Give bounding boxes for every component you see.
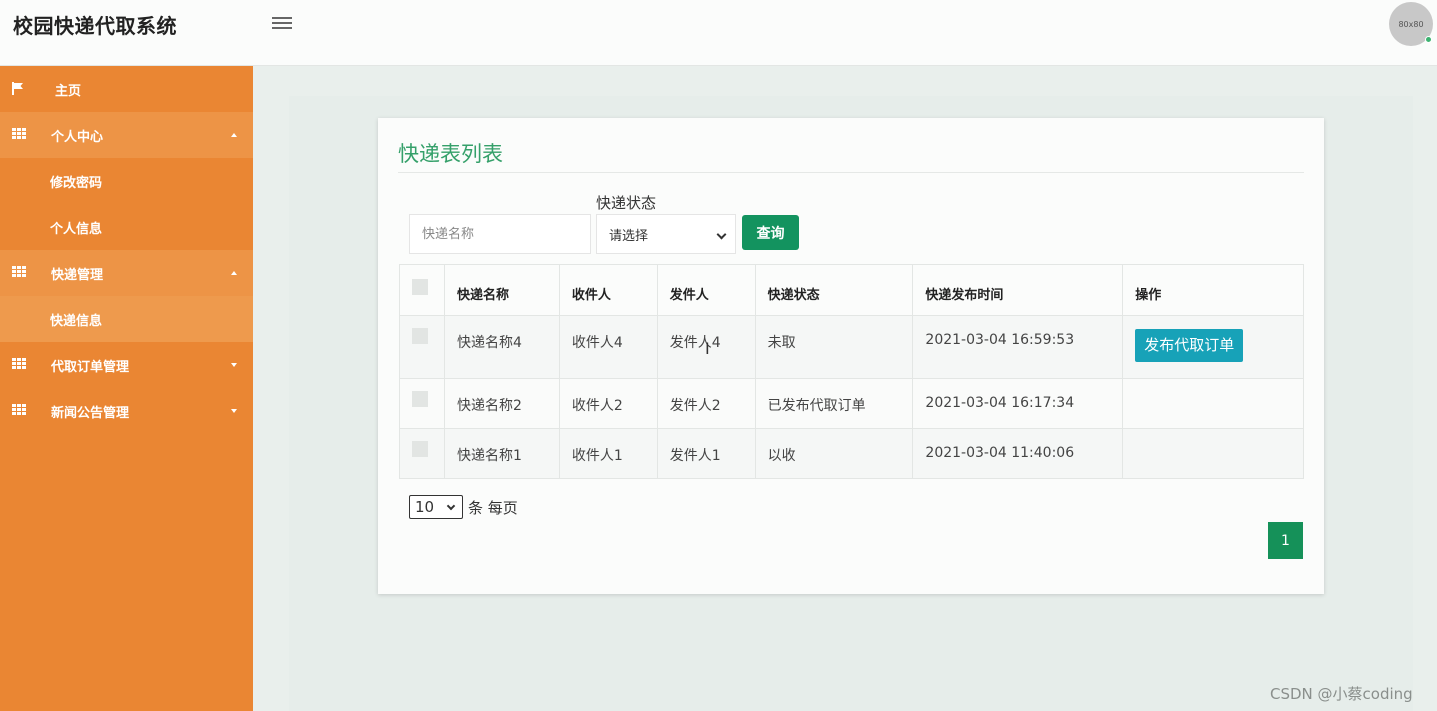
title-divider (398, 172, 1304, 173)
cell-name: 快递名称1 (443, 428, 560, 479)
cell-action: 发布代取订单 (1122, 315, 1304, 379)
select-all-cell[interactable] (399, 264, 445, 316)
column-header: 收件人 (558, 264, 658, 316)
sidebar-item-label: 快递管理 (51, 267, 104, 283)
cell-receiver: 收件人4 (558, 315, 658, 379)
sidebar-item-label: 主页 (55, 83, 82, 99)
text-cursor-icon: I (705, 339, 710, 358)
caret-down-icon (231, 363, 237, 367)
status-filter-label: 快递状态 (596, 194, 657, 212)
grid-icon (12, 404, 26, 416)
chevron-down-icon (446, 501, 456, 511)
query-button[interactable]: 查询 (742, 215, 799, 250)
cell-time: 2021-03-04 16:17:34 (912, 378, 1124, 429)
avatar-placeholder-text: 80x80 (1398, 19, 1424, 29)
sidebar-subitem-personal-info[interactable]: 个人信息 (0, 204, 253, 250)
sidebar-item-personal-center[interactable]: 个人中心 (0, 112, 253, 158)
table-row: 快递名称1 收件人1 发件人1 以收 2021-03-04 11:40:06 (399, 428, 1304, 479)
top-header: 校园快递代取系统 80x80 (0, 0, 1437, 66)
caret-up-icon (231, 133, 237, 137)
table-row: 快递名称4 收件人4 发件人4 未取 2021-03-04 16:59:53 发… (399, 315, 1304, 379)
sidebar-item-home[interactable]: 主页 (0, 66, 253, 112)
table-header-row: 快递名称 收件人 发件人 快递状态 快递发布时间 操作 (399, 264, 1304, 316)
page-title: 快递表列表 (398, 142, 503, 166)
sidebar-item-pickup-orders[interactable]: 代取订单管理 (0, 342, 253, 388)
status-selected-value: 请选择 (609, 228, 649, 244)
cell-action (1122, 428, 1304, 479)
cell-name: 快递名称2 (443, 378, 560, 429)
chevron-down-icon (716, 229, 727, 240)
cell-sender: 发件人1 (656, 428, 756, 479)
cell-status: 以收 (754, 428, 914, 479)
cell-receiver: 收件人2 (558, 378, 658, 429)
cell-receiver: 收件人1 (558, 428, 658, 479)
column-header: 快递发布时间 (912, 264, 1124, 316)
status-filter-select[interactable]: 请选择 (596, 214, 736, 254)
sidebar-item-label: 新闻公告管理 (51, 405, 130, 421)
row-checkbox[interactable] (412, 328, 428, 344)
column-header: 快递状态 (754, 264, 914, 316)
online-status-dot (1425, 36, 1432, 43)
express-list-card: 快递表列表 快递状态 请选择 查询 快递名称 收件人 发件人 快递状态 快递发布… (378, 118, 1324, 594)
cell-name: 快递名称4 (443, 315, 560, 379)
column-header: 发件人 (656, 264, 756, 316)
cell-time: 2021-03-04 11:40:06 (912, 428, 1124, 479)
express-name-search-input[interactable] (409, 214, 591, 254)
column-header: 操作 (1122, 264, 1304, 316)
column-header: 快递名称 (443, 264, 560, 316)
table-row: 快递名称2 收件人2 发件人2 已发布代取订单 2021-03-04 16:17… (399, 378, 1304, 429)
avatar[interactable]: 80x80 (1389, 2, 1433, 46)
page-size-control: 10 条 每页 (409, 495, 518, 519)
sidebar-subitem-express-info[interactable]: 快递信息 (0, 296, 253, 342)
sidebar-item-news-management[interactable]: 新闻公告管理 (0, 388, 253, 434)
row-checkbox[interactable] (412, 441, 428, 457)
publish-pickup-order-button[interactable]: 发布代取订单 (1135, 329, 1244, 362)
pagination-page-button[interactable]: 1 (1268, 522, 1303, 559)
caret-down-icon (231, 409, 237, 413)
cell-time: 2021-03-04 16:59:53 (912, 315, 1124, 379)
page-size-value: 10 (415, 498, 435, 516)
watermark: CSDN @小蔡coding (1270, 685, 1413, 703)
app-title: 校园快递代取系统 (13, 14, 177, 38)
caret-up-icon (231, 271, 237, 275)
page-size-suffix: 条 每页 (468, 498, 518, 517)
sidebar-item-label: 个人中心 (51, 129, 104, 145)
grid-icon (12, 128, 26, 140)
grid-icon (12, 358, 26, 370)
sidebar-item-express-management[interactable]: 快递管理 (0, 250, 253, 296)
cell-status: 已发布代取订单 (754, 378, 914, 429)
cell-status: 未取 (754, 315, 914, 379)
express-table: 快递名称 收件人 发件人 快递状态 快递发布时间 操作 快递名称4 收件人4 发… (399, 264, 1304, 479)
row-checkbox[interactable] (412, 391, 428, 407)
page-size-select[interactable]: 10 (409, 495, 463, 519)
select-all-checkbox[interactable] (412, 279, 428, 295)
menu-toggle-icon[interactable] (272, 14, 292, 30)
flag-icon (12, 82, 26, 95)
sidebar-item-label: 代取订单管理 (51, 359, 130, 375)
cell-action (1122, 378, 1304, 429)
sidebar: 主页 个人中心 修改密码 个人信息 快递管理 快递信息 代取订单管理 新闻公告管… (0, 66, 253, 711)
grid-icon (12, 266, 26, 278)
sidebar-subitem-change-password[interactable]: 修改密码 (0, 158, 253, 204)
cell-sender: 发件人2 (656, 378, 756, 429)
